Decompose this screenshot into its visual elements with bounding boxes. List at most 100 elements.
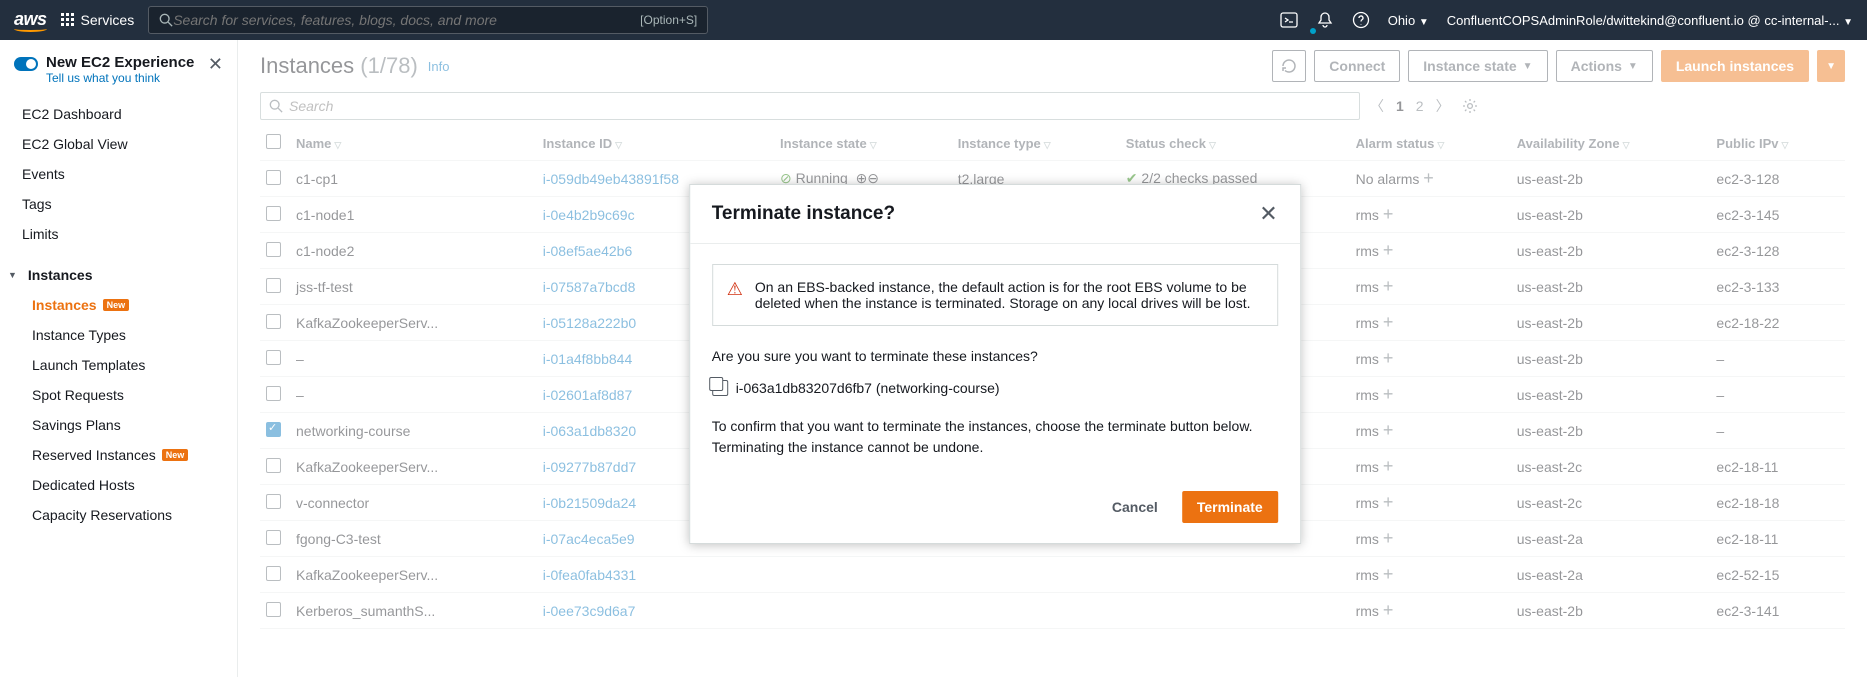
row-checkbox[interactable] [266,350,281,365]
account-menu[interactable]: ConfluentCOPSAdminRole/dwittekind@conflu… [1447,13,1853,28]
sidebar-item-dedicated-hosts[interactable]: Dedicated Hosts [0,470,237,500]
cell-instance-id[interactable]: i-0fea0fab4331 [537,557,774,593]
cell-az: us-east-2b [1511,269,1711,305]
page-next[interactable]: 〉 [1436,96,1450,116]
cell-ip: ec2-3-128 [1710,233,1845,269]
table-search-input[interactable] [289,98,1351,114]
row-checkbox[interactable] [266,422,281,437]
sidebar-item-instances[interactable]: InstancesNew [0,290,237,320]
add-alarm-icon[interactable]: + [1383,312,1394,332]
page-2[interactable]: 2 [1416,98,1424,114]
cell-ip: ec2-18-11 [1710,521,1845,557]
sidebar-item-ec2-dashboard[interactable]: EC2 Dashboard [0,99,237,129]
table-search[interactable] [260,92,1360,120]
cell-alarm: rms + [1350,593,1511,629]
column-header[interactable]: Status check▽ [1120,126,1350,161]
chevron-down-icon: ▼ [1523,61,1533,72]
services-menu[interactable]: Services [61,12,135,28]
logo-text: aws [14,9,47,29]
cell-ip: – [1710,377,1845,413]
table-row[interactable]: Kerberos_sumanthS...i-0ee73c9d6a7rms +us… [260,593,1845,629]
copy-icon[interactable] [712,380,728,396]
add-alarm-icon[interactable]: + [1383,456,1394,476]
sidebar-item-savings-plans[interactable]: Savings Plans [0,410,237,440]
cloudshell-icon[interactable] [1280,11,1298,29]
select-all-checkbox[interactable] [266,134,281,149]
sidebar-item-instance-types[interactable]: Instance Types [0,320,237,350]
add-alarm-icon[interactable]: + [1383,564,1394,584]
sort-icon: ▽ [615,140,622,150]
sidebar-item-limits[interactable]: Limits [0,219,237,249]
table-row[interactable]: KafkaZookeeperServ...i-0fea0fab4331rms +… [260,557,1845,593]
page-prev[interactable]: 〈 [1370,96,1384,116]
cell-alarm: rms + [1350,305,1511,341]
column-header[interactable]: Alarm status▽ [1350,126,1511,161]
launch-instances-button[interactable]: Launch instances [1661,50,1809,82]
add-alarm-icon[interactable]: + [1383,420,1394,440]
sidebar-item-reserved-instances[interactable]: Reserved InstancesNew [0,440,237,470]
sidebar-item-events[interactable]: Events [0,159,237,189]
add-alarm-icon[interactable]: + [1383,204,1394,224]
row-checkbox[interactable] [266,566,281,581]
global-search[interactable]: [Option+S] [148,6,708,34]
global-search-input[interactable] [173,12,640,28]
sort-icon: ▽ [1623,140,1630,150]
column-header[interactable]: Name▽ [290,126,537,161]
close-icon[interactable]: ✕ [1259,201,1277,227]
sidebar-section-instances[interactable]: Instances [0,249,237,290]
row-checkbox[interactable] [266,458,281,473]
instance-state-dropdown[interactable]: Instance state▼ [1408,50,1547,82]
page-header: Instances (1/78) Info Connect Instance s… [260,50,1845,82]
help-icon[interactable] [1352,11,1370,29]
close-icon[interactable]: ✕ [208,54,223,75]
info-link[interactable]: Info [428,59,450,74]
sidebar-item-tags[interactable]: Tags [0,189,237,219]
add-alarm-icon[interactable]: + [1383,528,1394,548]
column-header[interactable]: Instance type▽ [952,126,1120,161]
warning-text: On an EBS-backed instance, the default a… [755,279,1263,311]
column-header[interactable]: Public IPv▽ [1710,126,1845,161]
sidebar-item-spot-requests[interactable]: Spot Requests [0,380,237,410]
add-alarm-icon[interactable]: + [1423,168,1434,188]
notifications-icon[interactable] [1316,11,1334,29]
sidebar-item-ec2-global-view[interactable]: EC2 Global View [0,129,237,159]
add-alarm-icon[interactable]: + [1383,384,1394,404]
region-selector[interactable]: Ohio ▼ [1388,13,1429,28]
cell-az: us-east-2b [1511,341,1711,377]
row-checkbox[interactable] [266,386,281,401]
row-checkbox[interactable] [266,206,281,221]
row-checkbox[interactable] [266,602,281,617]
page-1[interactable]: 1 [1396,98,1404,114]
banner-feedback-link[interactable]: Tell us what you think [46,71,194,85]
add-alarm-icon[interactable]: + [1383,348,1394,368]
sidebar-item-capacity-reservations[interactable]: Capacity Reservations [0,500,237,530]
aws-logo[interactable]: aws [14,9,47,32]
experience-toggle[interactable] [14,57,38,71]
add-alarm-icon[interactable]: + [1383,240,1394,260]
connect-button[interactable]: Connect [1314,50,1400,82]
column-header[interactable]: Instance state▽ [774,126,952,161]
cell-az: us-east-2c [1511,485,1711,521]
column-header[interactable]: Instance ID▽ [537,126,774,161]
row-checkbox[interactable] [266,530,281,545]
sidebar-item-launch-templates[interactable]: Launch Templates [0,350,237,380]
terminate-button[interactable]: Terminate [1182,491,1278,523]
instance-id-label: i-063a1db83207d6fb7 (networking-course) [736,380,1000,396]
refresh-button[interactable] [1272,50,1306,82]
row-checkbox[interactable] [266,314,281,329]
add-alarm-icon[interactable]: + [1383,600,1394,620]
row-checkbox[interactable] [266,278,281,293]
add-alarm-icon[interactable]: + [1383,492,1394,512]
cell-alarm: rms + [1350,521,1511,557]
launch-dropdown-button[interactable]: ▼ [1817,50,1845,82]
add-alarm-icon[interactable]: + [1383,276,1394,296]
search-icon [159,13,173,27]
actions-dropdown[interactable]: Actions▼ [1556,50,1653,82]
cell-instance-id[interactable]: i-0ee73c9d6a7 [537,593,774,629]
row-checkbox[interactable] [266,242,281,257]
row-checkbox[interactable] [266,494,281,509]
row-checkbox[interactable] [266,170,281,185]
settings-icon[interactable] [1462,98,1478,114]
column-header[interactable]: Availability Zone▽ [1511,126,1711,161]
cancel-button[interactable]: Cancel [1098,491,1172,523]
